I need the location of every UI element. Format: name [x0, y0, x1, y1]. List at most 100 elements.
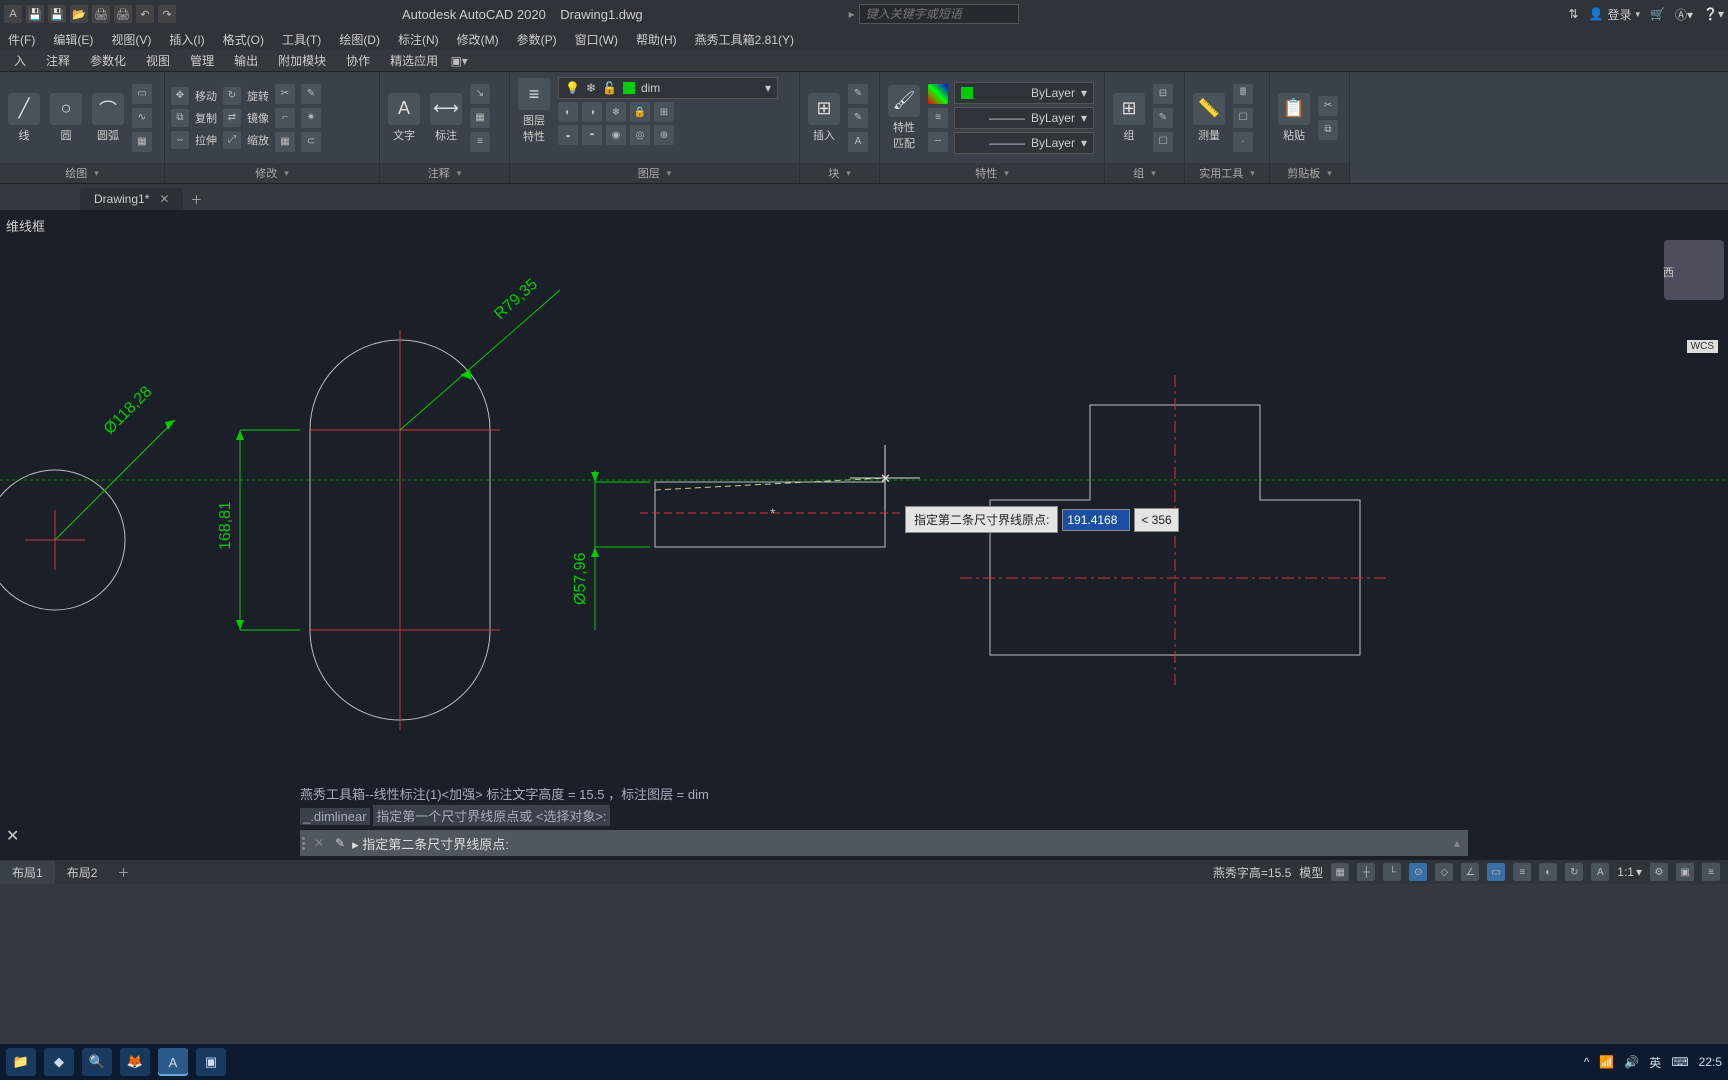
drawing-canvas[interactable]: 维线框 西 WCS Ø118,28 R79,35 168,81 *	[0, 210, 1728, 780]
print-icon[interactable]: 🖨	[114, 5, 132, 23]
ortho-toggle-icon[interactable]: └	[1383, 863, 1401, 881]
menu-window[interactable]: 窗口(W)	[575, 31, 618, 48]
paste-button[interactable]: 📋粘贴	[1276, 91, 1312, 145]
app2-icon[interactable]: ◆	[44, 1048, 74, 1076]
arc-button[interactable]: ⌒圆弧	[90, 91, 126, 145]
copy-clip-icon[interactable]: ⧉	[1318, 120, 1338, 140]
trim-icon[interactable]: ✂	[275, 84, 295, 104]
menu-yanxiu[interactable]: 燕秀工具箱2.81(Y)	[695, 31, 794, 48]
dyn-toggle-icon[interactable]: ▭	[1487, 863, 1505, 881]
osnap-toggle-icon[interactable]: ◇	[1435, 863, 1453, 881]
panel-modify-title[interactable]: 修改	[165, 163, 379, 183]
scale-label[interactable]: 缩放	[247, 132, 269, 148]
layer-lock2-icon[interactable]: 🔒	[630, 102, 650, 122]
undo-icon[interactable]: ↶	[136, 5, 154, 23]
cart-icon[interactable]: 🛒	[1650, 7, 1665, 21]
current-layer-combo[interactable]: 💡 ❄ 🔓 dim ▾	[558, 77, 778, 99]
layer-freeze2-icon[interactable]: ❄	[606, 102, 626, 122]
spline-icon[interactable]: ∿	[132, 108, 152, 128]
layer-iso-icon[interactable]: ◑	[582, 102, 602, 122]
prop-lt-icon[interactable]: ╌	[928, 132, 948, 152]
explode-icon[interactable]: ✷	[301, 108, 321, 128]
explorer-icon[interactable]: 📁	[6, 1048, 36, 1076]
layout-add-button[interactable]: ＋	[109, 861, 137, 884]
fillet-icon[interactable]: ⌐	[275, 108, 295, 128]
menu-param[interactable]: 参数(P)	[517, 31, 557, 48]
menu-format[interactable]: 格式(O)	[223, 31, 264, 48]
rtab-output[interactable]: 输出	[224, 50, 268, 71]
layer-match-icon[interactable]: ⊞	[654, 102, 674, 122]
search-input[interactable]	[859, 4, 1019, 24]
layout-tab-1[interactable]: 布局1	[0, 861, 55, 884]
array-icon[interactable]: ▦	[275, 132, 295, 152]
help-icon[interactable]: ❔▾	[1703, 7, 1724, 21]
snap-toggle-icon[interactable]: ┼	[1357, 863, 1375, 881]
layer-m3-icon[interactable]: ◉	[606, 125, 626, 145]
panel-props-title[interactable]: 特性	[880, 163, 1104, 183]
layer-m1-icon[interactable]: ◒	[558, 125, 578, 145]
calc-icon[interactable]: 🖩	[1233, 84, 1253, 104]
rtab-view[interactable]: 视图	[136, 50, 180, 71]
erase-icon[interactable]: ✎	[301, 84, 321, 104]
menu-view[interactable]: 视图(V)	[111, 31, 151, 48]
ribbon-collapse-icon[interactable]: ▣▾	[448, 50, 470, 71]
panel-layers-title[interactable]: 图层	[510, 163, 799, 183]
firefox-icon[interactable]: 🦊	[120, 1048, 150, 1076]
panel-draw-title[interactable]: 绘图	[0, 163, 164, 183]
menu-insert[interactable]: 插入(I)	[169, 31, 204, 48]
custom-icon[interactable]: ≡	[1702, 863, 1720, 881]
layer-m2-icon[interactable]: ◓	[582, 125, 602, 145]
app6-icon[interactable]: ▣	[196, 1048, 226, 1076]
line-button[interactable]: ╱线	[6, 91, 42, 145]
clock[interactable]: 22:5	[1699, 1055, 1722, 1069]
rect-icon[interactable]: ▭	[132, 84, 152, 104]
cmd-close2-icon[interactable]: ✕	[314, 836, 324, 850]
layer-off-icon[interactable]: ◐	[558, 102, 578, 122]
group-sel-icon[interactable]: ☐	[1153, 132, 1173, 152]
ime-kbd-icon[interactable]: ⌨	[1671, 1055, 1688, 1069]
panel-annot-title[interactable]: 注释	[380, 163, 509, 183]
text-button[interactable]: A文字	[386, 91, 422, 145]
ungroup-icon[interactable]: ⊟	[1153, 84, 1173, 104]
plot-icon[interactable]: 🖨	[92, 5, 110, 23]
rtab-manage[interactable]: 管理	[180, 50, 224, 71]
insert-block-button[interactable]: ⊞插入	[806, 91, 842, 145]
iso-toggle-icon[interactable]: ▣	[1676, 863, 1694, 881]
menu-help[interactable]: 帮助(H)	[636, 31, 677, 48]
scale-combo[interactable]: 1:1▾	[1617, 865, 1642, 879]
linetype-combo[interactable]: ———ByLayer▾	[954, 132, 1094, 154]
match-props-button[interactable]: 🖌特性 匹配	[886, 83, 922, 153]
copy-label[interactable]: 复制	[195, 110, 217, 126]
point-icon[interactable]: ·	[1233, 132, 1253, 152]
mirror-label[interactable]: 镜像	[247, 110, 269, 126]
panel-block-title[interactable]: 块	[800, 163, 879, 183]
rtab-addin[interactable]: 附加模块	[268, 50, 336, 71]
select-icon[interactable]: ☐	[1233, 108, 1253, 128]
model-space-button[interactable]: 模型	[1299, 864, 1323, 881]
layer-m5-icon[interactable]: ⊕	[654, 125, 674, 145]
cmd-recent-icon[interactable]: ▴	[1446, 836, 1468, 850]
cmd-grip-icon[interactable]	[300, 835, 310, 852]
leader-icon[interactable]: ↘	[470, 84, 490, 104]
doc-tab-drawing1[interactable]: Drawing1* ✕	[80, 188, 183, 210]
rtab-insert[interactable]: 入	[4, 50, 36, 71]
menu-edit[interactable]: 编辑(E)	[53, 31, 93, 48]
prop-color-icon[interactable]	[928, 84, 948, 104]
layout-tab-2[interactable]: 布局2	[55, 861, 110, 884]
redo-icon[interactable]: ↷	[158, 5, 176, 23]
volume-icon[interactable]: 🔊	[1624, 1055, 1639, 1069]
lineweight-combo[interactable]: ———ByLayer▾	[954, 107, 1094, 129]
trans-toggle-icon[interactable]: ◐	[1539, 863, 1557, 881]
close-tab-icon[interactable]: ✕	[159, 192, 169, 206]
save-icon[interactable]: 💾	[26, 5, 44, 23]
rtab-param[interactable]: 参数化	[80, 50, 136, 71]
open-icon[interactable]: 📂	[70, 5, 88, 23]
stretch-icon[interactable]: ⇔	[171, 131, 189, 149]
autocad-task-icon[interactable]: A	[158, 1048, 188, 1076]
block-create-icon[interactable]: ✎	[848, 84, 868, 104]
rtab-collab[interactable]: 协作	[336, 50, 380, 71]
rotate-label[interactable]: 旋转	[247, 88, 269, 104]
menu-tools[interactable]: 工具(T)	[282, 31, 321, 48]
panel-group-title[interactable]: 组	[1105, 163, 1184, 183]
menu-file[interactable]: 件(F)	[8, 31, 35, 48]
